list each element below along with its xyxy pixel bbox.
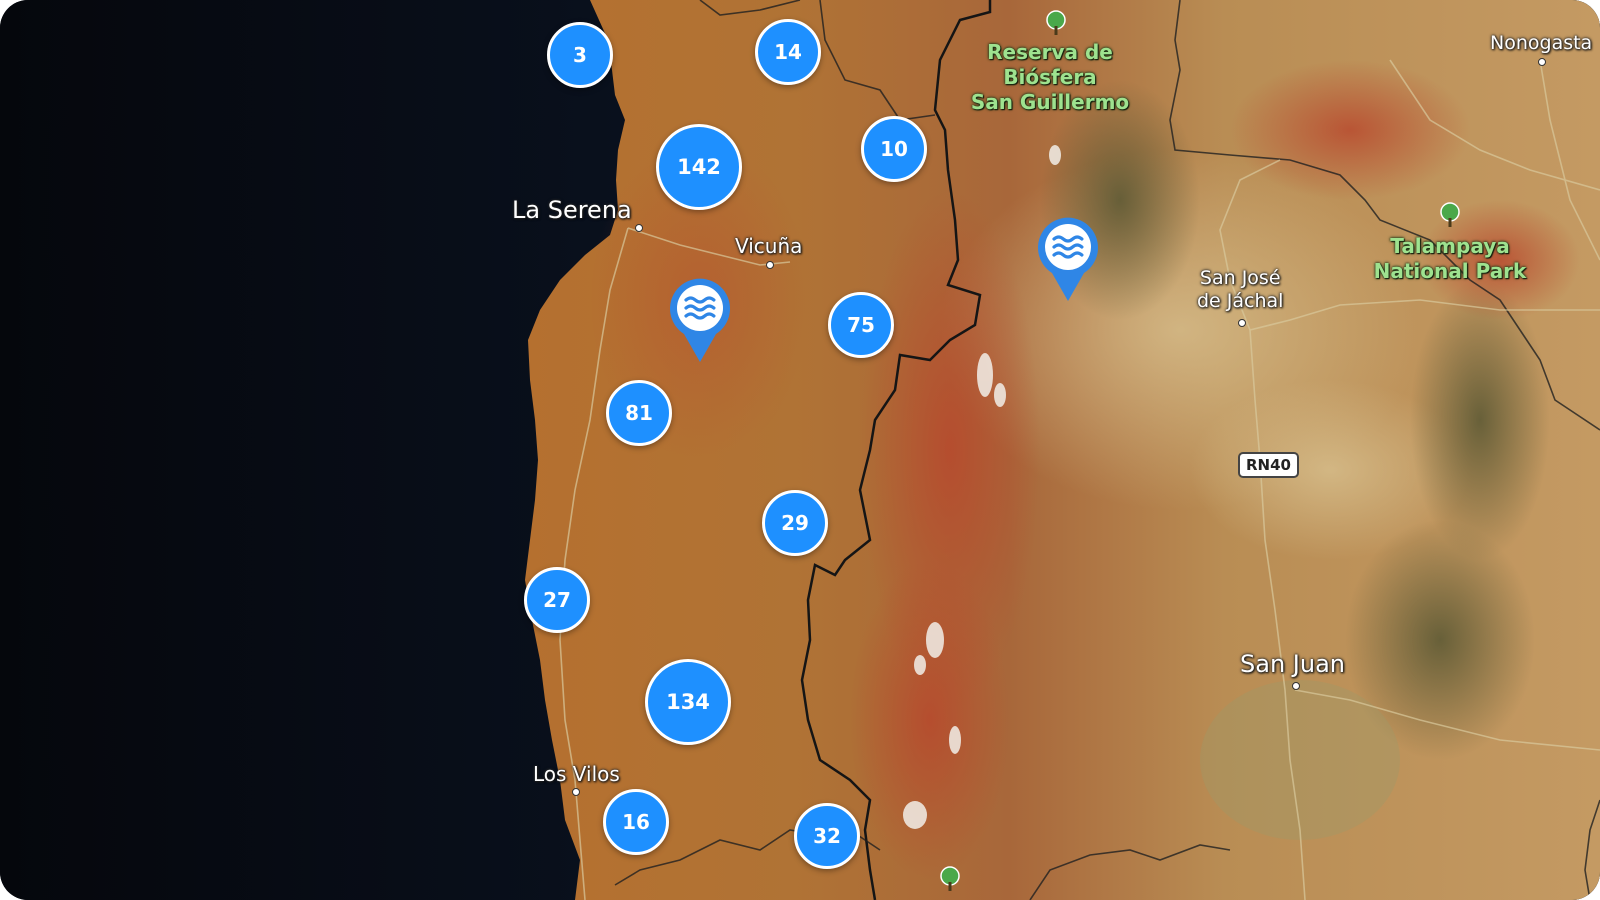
terrain-red-rock (1230, 60, 1470, 200)
terrain-valley (1200, 680, 1400, 840)
place-label-la-serena: La Serena (512, 196, 632, 224)
water-pin[interactable] (668, 278, 732, 364)
cluster-marker[interactable]: 29 (762, 490, 828, 556)
place-label-san-juan: San Juan (1240, 650, 1345, 678)
cluster-marker[interactable]: 10 (861, 116, 927, 182)
park-label-san-guillermo: Reserva de Biósfera San Guillermo (970, 40, 1130, 114)
city-dot (1538, 58, 1546, 66)
place-label-san-jose-de-jachal: San José de Jáchal (1197, 267, 1283, 313)
city-dot (766, 261, 774, 269)
city-dot (635, 224, 643, 232)
cluster-marker[interactable]: 14 (755, 19, 821, 85)
place-label-nonogasta: Nonogasta (1490, 32, 1593, 54)
water-pin[interactable] (1036, 217, 1100, 303)
water-waves-icon (1038, 217, 1098, 301)
place-label-vicuna: Vicuña (735, 234, 803, 258)
city-dot (572, 788, 580, 796)
place-label-los-vilos: Los Vilos (533, 762, 620, 786)
road-shield-rn40: RN40 (1238, 452, 1299, 478)
satellite-basemap[interactable] (0, 0, 1600, 900)
tree-icon (938, 866, 962, 892)
city-dot (1238, 319, 1246, 327)
cluster-marker[interactable]: 16 (603, 789, 669, 855)
cluster-marker[interactable]: 75 (828, 292, 894, 358)
terrain-mountain (1410, 280, 1550, 560)
city-dot (1292, 682, 1300, 690)
terrain-red-rock (850, 560, 1010, 880)
place-label-line: San José (1199, 267, 1281, 289)
cluster-marker[interactable]: 142 (656, 124, 742, 210)
park-label-talampaya: Talampaya National Park (1373, 234, 1527, 283)
cluster-marker[interactable]: 3 (547, 22, 613, 88)
water-waves-icon (670, 278, 730, 362)
cluster-marker[interactable]: 32 (794, 803, 860, 869)
cluster-marker[interactable]: 81 (606, 380, 672, 446)
tree-icon (1438, 202, 1462, 228)
cluster-marker[interactable]: 27 (524, 567, 590, 633)
cluster-marker[interactable]: 134 (645, 659, 731, 745)
place-label-line: de Jáchal (1197, 289, 1284, 312)
tree-icon (1044, 10, 1068, 36)
map-view[interactable]: Reserva de Biósfera San Guillermo Talamp… (0, 0, 1600, 900)
